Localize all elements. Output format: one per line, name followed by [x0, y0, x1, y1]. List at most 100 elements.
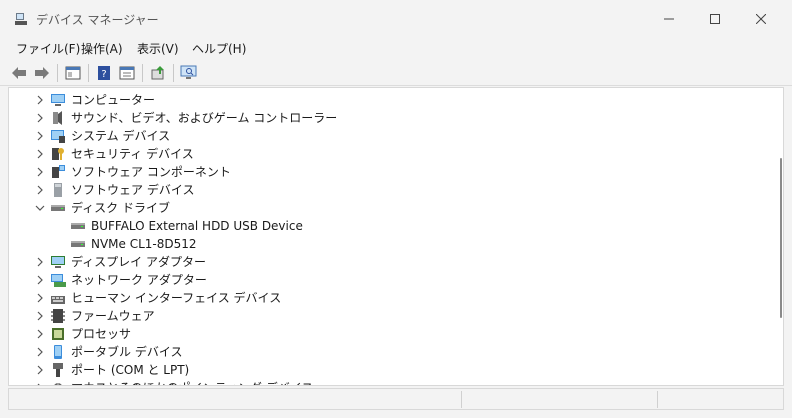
- help-button[interactable]: ?: [94, 63, 114, 83]
- processor-icon: [50, 326, 66, 342]
- computer-icon: [50, 92, 66, 108]
- chevron-right-icon[interactable]: [34, 274, 46, 286]
- network-adapter-icon: [50, 272, 66, 288]
- tree-node-label: NVMe CL1-8D512: [91, 237, 197, 251]
- system-device-icon: [50, 128, 66, 144]
- display-adapter-icon: [50, 254, 66, 270]
- tree-node-label: セキュリティ デバイス: [71, 147, 194, 161]
- tree-node-label: システム デバイス: [71, 129, 171, 143]
- tree-category[interactable]: ファームウェア: [9, 307, 769, 325]
- minimize-button[interactable]: [646, 0, 692, 38]
- svg-text:?: ?: [101, 69, 106, 80]
- tree-node-label: ネットワーク アダプター: [71, 273, 207, 287]
- tree-node-label: サウンド、ビデオ、およびゲーム コントローラー: [71, 111, 338, 125]
- software-component-icon: [50, 164, 66, 180]
- tree-category[interactable]: ポート (COM と LPT): [9, 361, 769, 379]
- tree-node-label: ソフトウェア デバイス: [71, 183, 195, 197]
- chevron-right-icon[interactable]: [34, 382, 46, 385]
- tree-node-label: ディスプレイ アダプター: [71, 255, 206, 269]
- chevron-right-icon[interactable]: [34, 346, 46, 358]
- menu-help[interactable]: ヘルプ(H): [192, 40, 246, 58]
- tree-category[interactable]: ポータブル デバイス: [9, 343, 769, 361]
- show-hide-console-tree-icon: [65, 66, 81, 80]
- status-divider: [461, 391, 462, 408]
- tree-node-label: ポート (COM と LPT): [71, 363, 190, 377]
- tree-node-label: プロセッサ: [71, 327, 132, 341]
- disk-drive-icon: [70, 236, 86, 252]
- chevron-right-icon[interactable]: [34, 94, 46, 106]
- chevron-right-icon[interactable]: [34, 112, 46, 124]
- chevron-right-icon[interactable]: [34, 148, 46, 160]
- forward-button[interactable]: [32, 63, 52, 83]
- status-divider: [657, 391, 658, 408]
- tree-device[interactable]: BUFFALO External HDD USB Device: [9, 217, 769, 235]
- tree-category[interactable]: ディスク ドライブ: [9, 199, 769, 217]
- scrollbar-thumb[interactable]: [780, 158, 782, 318]
- toolbar-separator: [57, 64, 58, 82]
- menu-view[interactable]: 表示(V): [137, 40, 179, 58]
- tree-category[interactable]: ソフトウェア コンポーネント: [9, 163, 769, 181]
- tree-category[interactable]: ソフトウェア デバイス: [9, 181, 769, 199]
- toolbar-separator: [88, 64, 89, 82]
- properties-button[interactable]: [117, 63, 137, 83]
- tree-category[interactable]: プロセッサ: [9, 325, 769, 343]
- forward-arrow-icon: [35, 67, 49, 79]
- properties-icon: [119, 66, 135, 80]
- toolbar: ?: [0, 60, 792, 86]
- maximize-button[interactable]: [692, 0, 738, 38]
- help-icon: ?: [98, 66, 110, 80]
- chevron-down-icon[interactable]: [34, 202, 46, 214]
- minimize-icon: [664, 18, 674, 20]
- software-device-icon: [50, 182, 66, 198]
- chevron-right-icon[interactable]: [34, 328, 46, 340]
- console-tree-button[interactable]: [63, 63, 83, 83]
- back-button[interactable]: [9, 63, 29, 83]
- mouse-icon: [50, 380, 66, 385]
- device-manager-icon: [15, 13, 27, 25]
- chevron-right-icon[interactable]: [34, 364, 46, 376]
- tree-category[interactable]: サウンド、ビデオ、およびゲーム コントローラー: [9, 109, 769, 127]
- toolbar-separator: [173, 64, 174, 82]
- firmware-icon: [50, 308, 66, 324]
- scan-hardware-icon: [180, 65, 197, 79]
- chevron-right-icon[interactable]: [34, 292, 46, 304]
- tree-node-label: ディスク ドライブ: [71, 201, 170, 215]
- chevron-right-icon[interactable]: [34, 184, 46, 196]
- maximize-icon: [710, 14, 720, 24]
- speaker-icon: [50, 110, 66, 126]
- vertical-scrollbar[interactable]: [777, 88, 783, 385]
- chevron-right-icon[interactable]: [34, 256, 46, 268]
- tree-device[interactable]: NVMe CL1-8D512: [9, 235, 769, 253]
- close-button[interactable]: [738, 0, 784, 38]
- tree-category[interactable]: ヒューマン インターフェイス デバイス: [9, 289, 769, 307]
- tree-node-label: マウスとそのほかのポインティング デバイス: [71, 380, 313, 385]
- tree-category[interactable]: コンピューター: [9, 91, 769, 109]
- chevron-right-icon[interactable]: [34, 130, 46, 142]
- toolbar-separator: [142, 64, 143, 82]
- disk-drive-icon: [50, 200, 66, 216]
- menu-bar: ファイル(F) 操作(A) 表示(V) ヘルプ(H): [0, 38, 792, 60]
- tree-node-label: ソフトウェア コンポーネント: [71, 165, 231, 179]
- device-tree: コンピューターサウンド、ビデオ、およびゲーム コントローラー システム デバイスセ…: [8, 87, 784, 386]
- security-device-icon: [50, 146, 66, 162]
- title-bar: デバイス マネージャー: [0, 0, 792, 38]
- chevron-right-icon[interactable]: [34, 166, 46, 178]
- portable-device-icon: [50, 344, 66, 360]
- tree-node-label: コンピューター: [71, 93, 156, 107]
- scan-hardware-button[interactable]: [179, 63, 199, 83]
- tree-category[interactable]: ディスプレイ アダプター: [9, 253, 769, 271]
- hid-icon: [50, 290, 66, 306]
- status-bar: [8, 388, 784, 410]
- disk-drive-icon: [70, 218, 86, 234]
- tree-category[interactable]: マウスとそのほかのポインティング デバイス: [9, 379, 769, 385]
- close-icon: [756, 14, 766, 24]
- chevron-right-icon[interactable]: [34, 310, 46, 322]
- update-driver-button[interactable]: [148, 63, 168, 83]
- window-title: デバイス マネージャー: [36, 13, 159, 27]
- tree-node-label: BUFFALO External HDD USB Device: [91, 219, 303, 233]
- menu-file[interactable]: ファイル(F): [16, 40, 80, 58]
- tree-category[interactable]: ネットワーク アダプター: [9, 271, 769, 289]
- tree-category[interactable]: セキュリティ デバイス: [9, 145, 769, 163]
- tree-category[interactable]: システム デバイス: [9, 127, 769, 145]
- menu-action[interactable]: 操作(A): [81, 40, 123, 58]
